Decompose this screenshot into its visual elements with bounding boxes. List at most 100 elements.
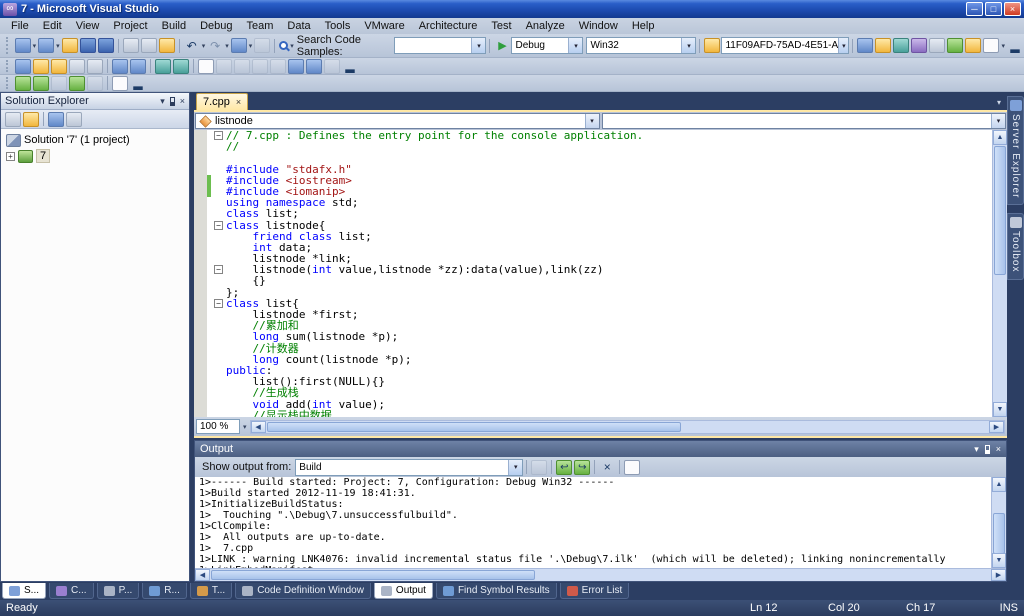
solution-explorer-toolbar-icon[interactable] bbox=[857, 38, 874, 53]
panel-tab-c-[interactable]: C... bbox=[49, 583, 94, 599]
scroll-up-icon[interactable]: ▲ bbox=[992, 477, 1006, 492]
indicator-margin[interactable] bbox=[194, 286, 207, 298]
menu-project[interactable]: Project bbox=[106, 18, 154, 34]
scroll-right-icon[interactable]: ▶ bbox=[989, 420, 1004, 433]
search-input[interactable]: ▾ bbox=[394, 37, 487, 54]
indicator-margin[interactable] bbox=[194, 230, 207, 242]
undo-icon-dropdown[interactable]: ▾ bbox=[202, 42, 206, 50]
build-toolbar-overflow-icon[interactable]: ▂ bbox=[130, 76, 146, 91]
code-line[interactable]: long sum(listnode *p); bbox=[194, 331, 1007, 343]
add-item-icon[interactable] bbox=[38, 38, 55, 53]
increase-indent-icon[interactable] bbox=[130, 58, 146, 74]
start-page-icon[interactable] bbox=[947, 38, 964, 53]
scroll-right-icon[interactable]: ▶ bbox=[991, 569, 1006, 581]
window-position-icon[interactable]: ▾ bbox=[160, 96, 165, 107]
scroll-left-icon[interactable]: ◀ bbox=[250, 420, 266, 433]
indicator-margin[interactable] bbox=[194, 264, 207, 276]
indicator-margin[interactable] bbox=[194, 174, 207, 186]
autohide-tab-server-explorer[interactable]: Server Explorer bbox=[1007, 96, 1024, 206]
code-line[interactable]: class list; bbox=[194, 208, 1007, 220]
code-line[interactable]: −// 7.cpp : Defines the entry point for … bbox=[194, 130, 1007, 141]
panel-tab-code-definition-window[interactable]: Code Definition Window bbox=[235, 583, 371, 599]
code-line[interactable]: //生成栈 bbox=[194, 387, 1007, 399]
panel-tab-s-[interactable]: S... bbox=[2, 583, 47, 599]
indicator-margin[interactable] bbox=[194, 130, 207, 142]
properties-window-icon[interactable] bbox=[875, 38, 892, 53]
close-button[interactable]: × bbox=[1004, 2, 1021, 16]
scroll-down-icon[interactable]: ▼ bbox=[993, 402, 1007, 417]
editor-toolbar-overflow-icon[interactable]: ▂ bbox=[342, 59, 358, 74]
zoom-dropdown-icon[interactable]: ▾ bbox=[243, 423, 247, 431]
indicator-margin[interactable] bbox=[194, 353, 207, 365]
panel-tab-find-symbol-results[interactable]: Find Symbol Results bbox=[435, 583, 557, 599]
open-file-icon[interactable] bbox=[61, 38, 78, 53]
navigate-backward-icon-dropdown[interactable]: ▾ bbox=[249, 42, 253, 50]
menu-file[interactable]: File bbox=[4, 18, 36, 34]
indicator-margin[interactable] bbox=[194, 387, 207, 399]
output-source-select[interactable]: Build ▾ bbox=[295, 458, 524, 476]
refresh-icon[interactable] bbox=[48, 111, 64, 127]
compile-icon[interactable] bbox=[15, 75, 31, 91]
indicator-margin[interactable] bbox=[194, 208, 207, 220]
editor-vertical-scrollbar[interactable]: ▲ ▼ bbox=[992, 130, 1007, 417]
cut-icon[interactable] bbox=[122, 38, 139, 53]
new-project-icon-dropdown[interactable]: ▾ bbox=[33, 42, 37, 50]
solution-explorer-header[interactable]: Solution Explorer ▾ × bbox=[1, 93, 189, 110]
solution-configuration-select[interactable]: Debug ▾ bbox=[511, 37, 584, 54]
save-icon[interactable] bbox=[79, 38, 96, 53]
output-horizontal-scrollbar[interactable]: ◀ ▶ bbox=[195, 568, 1006, 581]
indicator-margin[interactable] bbox=[194, 197, 207, 209]
code-line[interactable]: long count(listnode *p); bbox=[194, 354, 1007, 365]
menu-debug[interactable]: Debug bbox=[193, 18, 239, 34]
code-line[interactable]: }; bbox=[194, 286, 1007, 298]
attach-icon[interactable] bbox=[704, 38, 721, 53]
menu-view[interactable]: View bbox=[69, 18, 107, 34]
scroll-thumb[interactable] bbox=[211, 570, 536, 580]
scroll-thumb[interactable] bbox=[993, 513, 1005, 555]
command-window-icon-dropdown[interactable]: ▾ bbox=[1001, 42, 1005, 50]
collapse-icon[interactable]: − bbox=[214, 298, 223, 308]
navigate-backward-icon[interactable] bbox=[230, 38, 247, 53]
indicator-margin[interactable] bbox=[194, 398, 207, 410]
document-tab-7cpp[interactable]: 7.cpp × bbox=[196, 93, 249, 110]
collapse-icon[interactable]: − bbox=[214, 131, 223, 140]
auto-hide-pin-icon[interactable] bbox=[169, 96, 175, 106]
panel-tab-t-[interactable]: T... bbox=[189, 583, 233, 599]
view-class-diagram-icon[interactable] bbox=[66, 111, 82, 127]
panel-tab-error-list[interactable]: Error List bbox=[559, 583, 630, 599]
command-window-icon[interactable] bbox=[983, 38, 1000, 53]
indicator-margin[interactable] bbox=[194, 320, 207, 332]
indicator-margin[interactable] bbox=[194, 219, 207, 231]
object-browser-icon[interactable] bbox=[893, 38, 910, 53]
class-view-icon[interactable] bbox=[911, 38, 928, 53]
menu-edit[interactable]: Edit bbox=[36, 18, 69, 34]
panel-tab-output[interactable]: Output bbox=[373, 583, 433, 599]
build-solution-icon[interactable] bbox=[33, 75, 49, 91]
extension-manager-icon[interactable] bbox=[965, 38, 982, 53]
undo-icon[interactable]: ↶ bbox=[184, 38, 200, 53]
new-project-icon[interactable] bbox=[14, 38, 31, 53]
goto-next-message-icon[interactable]: ↪ bbox=[574, 459, 591, 475]
panel-tab-r-[interactable]: R... bbox=[142, 583, 187, 599]
menu-architecture[interactable]: Architecture bbox=[412, 18, 485, 34]
code-line[interactable]: using namespace std; bbox=[194, 197, 1007, 208]
save-all-icon[interactable] bbox=[97, 38, 114, 53]
menu-window[interactable]: Window bbox=[572, 18, 625, 34]
document-list-dropdown-icon[interactable]: ▾ bbox=[991, 98, 1007, 110]
indicator-margin[interactable] bbox=[194, 163, 207, 175]
code-line[interactable]: //显示栈中数据 bbox=[194, 409, 1007, 417]
toolbar-grip[interactable] bbox=[6, 37, 10, 54]
indicator-margin[interactable] bbox=[194, 309, 207, 321]
scroll-up-icon[interactable]: ▲ bbox=[993, 130, 1007, 145]
next-bookmark-in-document-icon[interactable] bbox=[306, 58, 322, 74]
autohide-tab-toolbox[interactable]: Toolbox bbox=[1007, 213, 1024, 280]
search-dropdown-icon[interactable]: ▾ bbox=[290, 42, 294, 50]
copy-icon[interactable] bbox=[140, 38, 157, 53]
close-tab-icon[interactable]: × bbox=[236, 97, 241, 107]
editor-horizontal-scrollbar[interactable]: ◀ ▶ bbox=[249, 419, 1005, 434]
collapse-icon[interactable]: − bbox=[214, 220, 223, 230]
scroll-down-icon[interactable]: ▼ bbox=[992, 553, 1006, 568]
scroll-thumb[interactable] bbox=[266, 421, 681, 432]
properties-icon[interactable] bbox=[5, 111, 21, 127]
comment-selection-icon[interactable] bbox=[155, 58, 171, 74]
